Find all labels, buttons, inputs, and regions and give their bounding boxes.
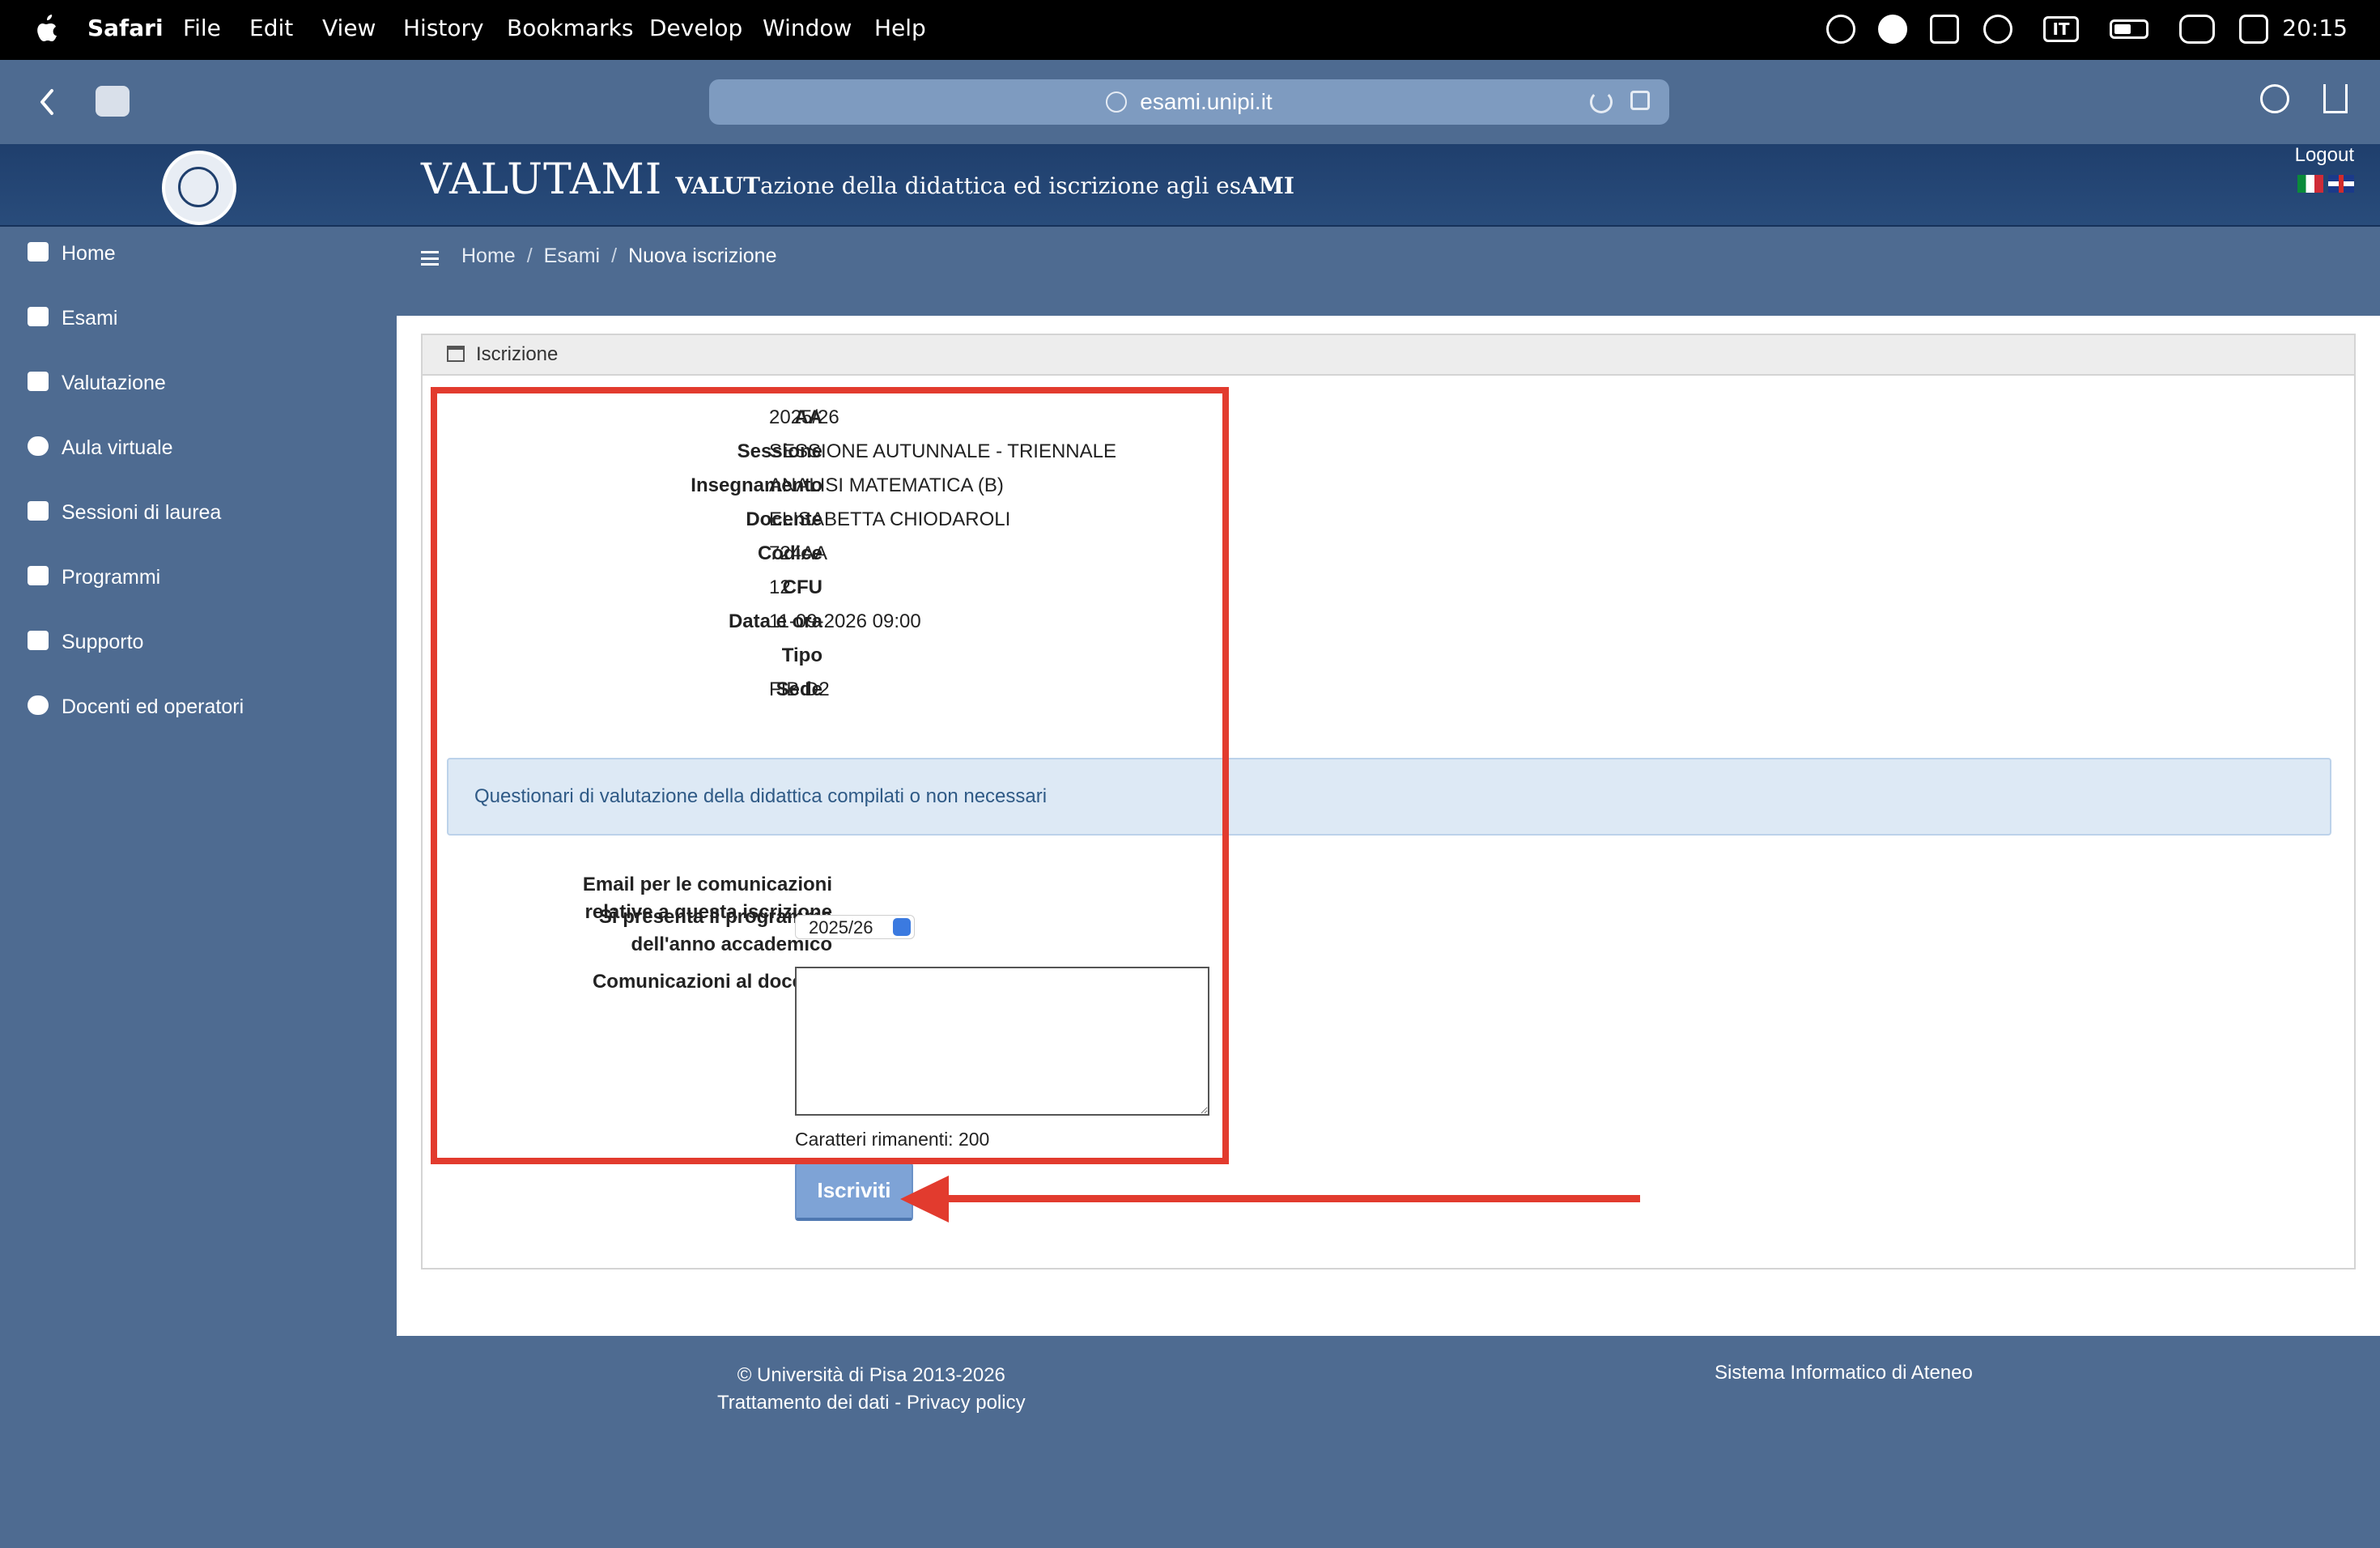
wrench-icon: [28, 631, 49, 651]
italian-flag-icon[interactable]: [2297, 175, 2323, 193]
downloads-icon[interactable]: [2260, 84, 2289, 113]
play-circle-icon[interactable]: [1983, 15, 2012, 44]
select-stepper-icon: [893, 918, 911, 936]
annotation-arrow-line: [939, 1195, 1640, 1202]
calendar-icon: [447, 345, 465, 362]
graduation-cap-icon: [28, 501, 49, 521]
broadcast-icon[interactable]: [1930, 15, 1959, 44]
panel-heading: Iscrizione: [423, 335, 2354, 376]
screen-mirroring-icon[interactable]: [2179, 15, 2215, 44]
cloud-icon: [28, 436, 49, 457]
menu-history[interactable]: History: [403, 15, 484, 41]
home-icon: [28, 242, 49, 262]
breadcrumb-bar: Home / Esami / Nuova iscrizione: [397, 227, 2380, 316]
site-title: VALUTAMI: [421, 155, 663, 204]
footer-sia-link[interactable]: Sistema Informatico di Ateneo: [1715, 1362, 1973, 1384]
reader-mode-icon[interactable]: [1630, 91, 1650, 110]
comments-textarea[interactable]: [795, 967, 1209, 1116]
address-bar[interactable]: esami.unipi.it: [709, 79, 1669, 125]
academic-year-select[interactable]: 2025/26: [795, 915, 915, 939]
breadcrumb: Home / Esami / Nuova iscrizione: [461, 245, 777, 267]
chatgpt-icon[interactable]: [1826, 15, 1855, 44]
main-content: Home / Esami / Nuova iscrizione Iscrizione A…: [397, 227, 2380, 1336]
menu-file[interactable]: File: [183, 15, 221, 41]
field-row-codice: Codice 724AA: [757, 542, 828, 564]
menu-window[interactable]: Window: [763, 15, 852, 41]
site-subtitle: VALUTazione della didattica ed iscrizion…: [675, 172, 1294, 199]
logout-link[interactable]: Logout: [2295, 144, 2354, 167]
book-icon: [28, 566, 49, 586]
iscriviti-button[interactable]: Iscriviti: [795, 1163, 913, 1221]
sidebar-item-programmi[interactable]: Programmi: [28, 557, 160, 598]
field-row-aa: AA 2025/26: [769, 406, 839, 428]
field-row-tipo: Tipo: [781, 644, 822, 666]
sidebar-item-home[interactable]: Home: [28, 233, 116, 274]
site-brand[interactable]: VALUTAMI VALUTazione della didattica ed i…: [421, 155, 1294, 204]
dashboard-icon: [28, 695, 49, 716]
apple-logo-icon[interactable]: [32, 11, 62, 45]
university-seal-logo[interactable]: [162, 151, 236, 225]
field-row-cfu: CFU 12: [769, 576, 822, 598]
site-footer: © Università di Pisa 2013-2026 Trattament…: [0, 1336, 2380, 1548]
footer-copyright: © Università di Pisa 2013-2026 Trattament…: [717, 1364, 1026, 1414]
menu-edit[interactable]: Edit: [249, 15, 293, 41]
hamburger-menu-icon[interactable]: [421, 251, 439, 266]
sidebar-item-supporto[interactable]: Supporto: [28, 622, 143, 662]
sidebar-item-aula-virtuale[interactable]: Aula virtuale: [28, 427, 173, 468]
sidebar-item-esami[interactable]: Esami: [28, 298, 117, 338]
breadcrumb-esami[interactable]: Esami: [544, 245, 600, 267]
sidebar-toggle-icon[interactable]: [96, 86, 130, 117]
input-source-badge[interactable]: IT: [2043, 16, 2079, 42]
edit-icon: [28, 372, 49, 392]
control-center-icon[interactable]: [2239, 15, 2268, 44]
back-icon[interactable]: [36, 87, 58, 117]
share-icon[interactable]: [2323, 84, 2348, 113]
field-row-sede: Sede FIB D2: [769, 678, 830, 700]
field-row-sessione: Sessione SESSIONE AUTUNNALE - TRIENNALE: [737, 440, 1116, 462]
iscrizione-panel: Iscrizione AA 2025/26 Sessione SESSIONE AU…: [421, 334, 2356, 1269]
chars-remaining: Caratteri rimanenti: 200: [795, 1129, 990, 1150]
sidebar-nav: Home Esami Valutazione Aula virtuale Ses…: [0, 227, 397, 1336]
browser-toolbar: esami.unipi.it: [0, 60, 2380, 144]
field-row-insegnamento: Insegnamento ANALISI MATEMATICA (B): [691, 474, 1004, 496]
privacy-policy-link[interactable]: Trattamento dei dati - Privacy policy: [717, 1392, 1026, 1414]
breadcrumb-home[interactable]: Home: [461, 245, 516, 267]
field-row-docente: Docente ELISABETTA CHIODAROLI: [746, 508, 1011, 530]
questionnaire-alert: Questionari di valutazione della didatti…: [447, 758, 2331, 836]
menu-app-safari[interactable]: Safari: [87, 15, 164, 41]
breadcrumb-current: Nuova iscrizione: [628, 245, 777, 267]
sidebar-item-docenti-ed-operatori[interactable]: Docenti ed operatori: [28, 687, 244, 727]
english-flag-icon[interactable]: [2328, 175, 2354, 193]
sidebar-item-sessioni-di-laurea[interactable]: Sessioni di laurea: [28, 492, 221, 533]
macos-menubar: Safari File Edit View History Bookmarks …: [0, 0, 2380, 60]
menubar-clock[interactable]: 20:15: [2282, 15, 2348, 41]
menu-bookmarks[interactable]: Bookmarks: [507, 15, 633, 41]
reload-icon[interactable]: [1590, 91, 1613, 113]
site-header: VALUTAMI VALUTazione della didattica ed i…: [0, 144, 2380, 227]
address-bar-url: esami.unipi.it: [1140, 89, 1273, 114]
field-row-data-e-ora: Data e ora 11-09-2026 09:00: [728, 610, 921, 632]
menu-help[interactable]: Help: [874, 15, 926, 41]
menu-view[interactable]: View: [322, 15, 376, 41]
menu-develop[interactable]: Develop: [649, 15, 742, 41]
globe-icon: [1106, 91, 1128, 113]
calendar-icon: [28, 307, 49, 327]
sidebar-item-valutazione[interactable]: Valutazione: [28, 363, 166, 403]
copyright-app-icon[interactable]: [1878, 15, 1907, 44]
battery-icon[interactable]: [2110, 19, 2148, 39]
